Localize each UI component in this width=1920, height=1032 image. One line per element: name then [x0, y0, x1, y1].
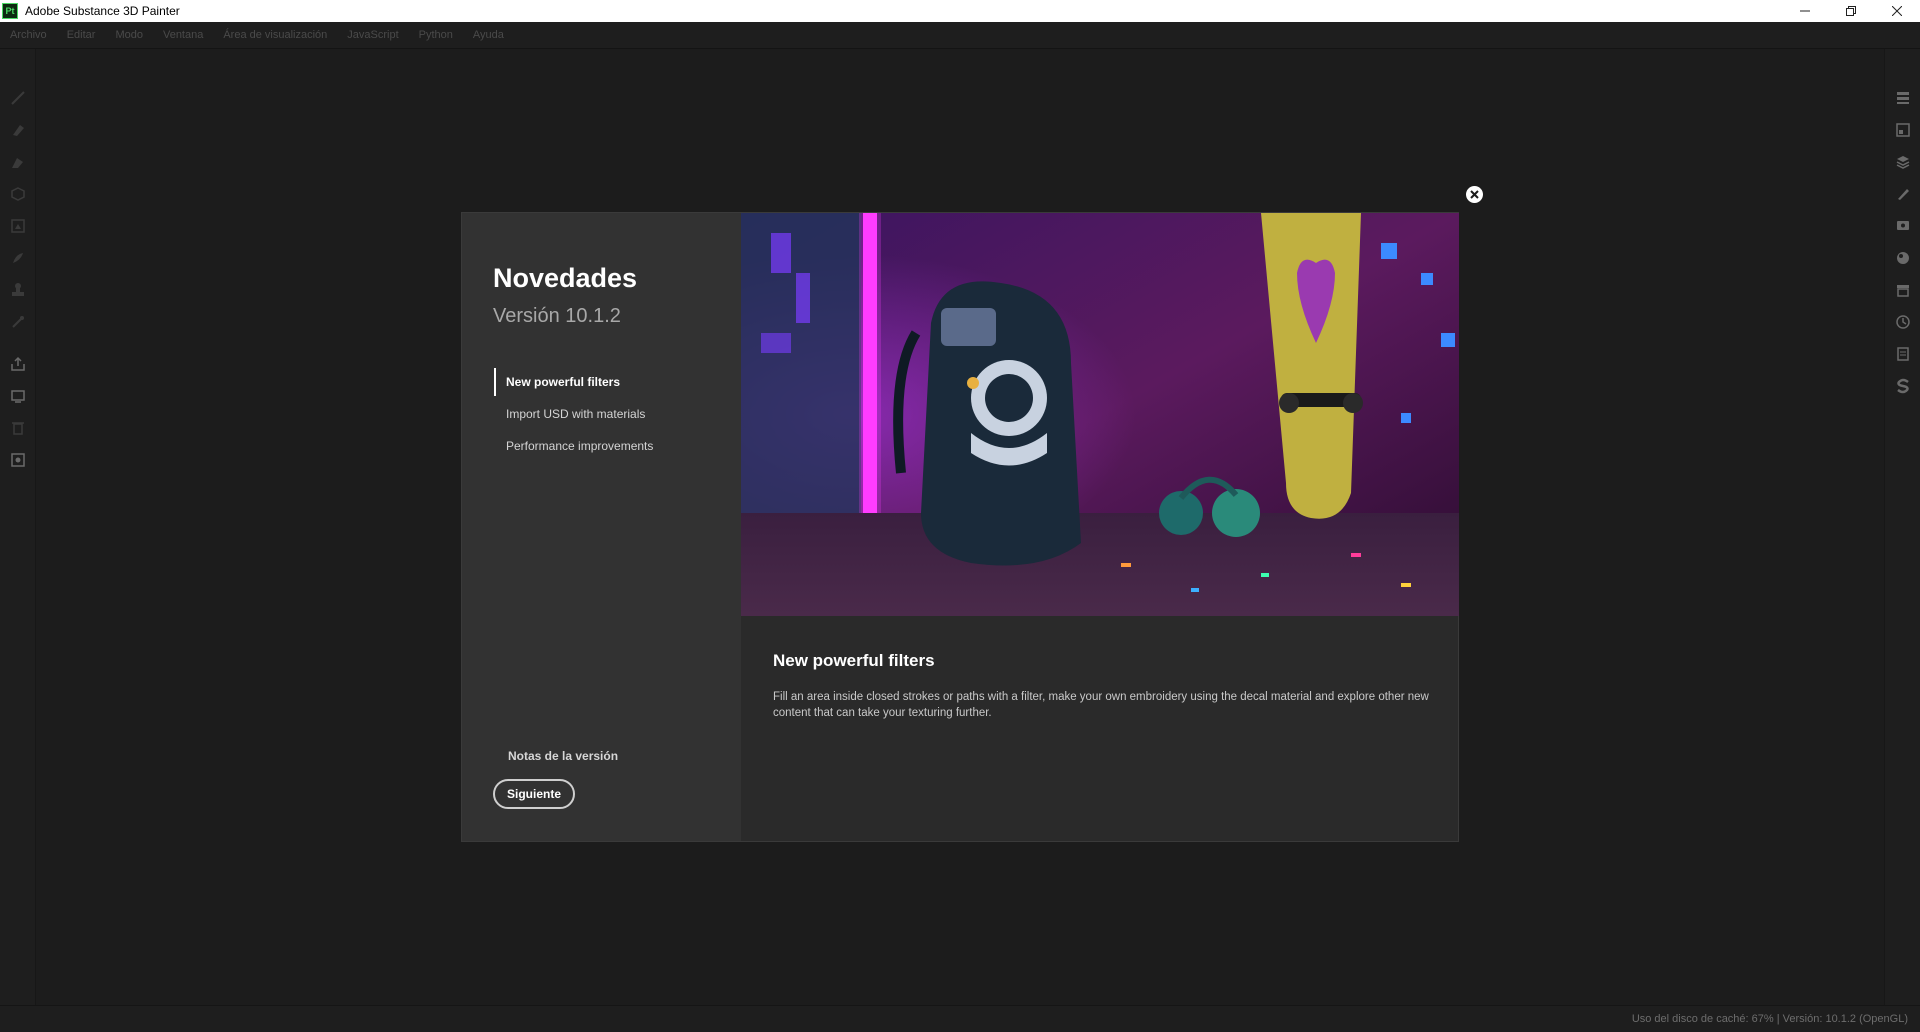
next-button[interactable]: Siguiente	[493, 779, 575, 809]
texture-set-list-icon[interactable]	[1894, 89, 1912, 107]
screenshot-icon[interactable]	[9, 451, 27, 469]
dialog-version: Versión 10.1.2	[493, 305, 621, 327]
menu-ayuda[interactable]: Ayuda	[473, 29, 504, 41]
feature-nav: New powerful filters Import USD with mat…	[494, 368, 724, 464]
dialog-title: Novedades	[493, 263, 638, 293]
status-text: Uso del disco de caché: 67% | Versión: 1…	[1631, 1013, 1908, 1025]
close-icon	[1892, 6, 1902, 16]
nav-item-new-powerful-filters[interactable]: New powerful filters	[494, 368, 724, 396]
close-window-button[interactable]	[1874, 0, 1920, 22]
dialog-sidebar: Novedades Versión 10.1.2 New powerful fi…	[462, 213, 741, 841]
texture-set-settings-icon[interactable]	[1894, 121, 1912, 139]
polygon-fill-icon[interactable]	[9, 217, 27, 235]
release-notes-link[interactable]: Notas de la versión	[508, 749, 618, 763]
color-picker-icon[interactable]	[9, 313, 27, 331]
properties-icon[interactable]	[1894, 185, 1912, 203]
shader-settings-icon[interactable]	[1894, 249, 1912, 267]
window-title: Adobe Substance 3D Painter	[25, 4, 180, 18]
left-toolbar	[0, 49, 36, 1006]
right-toolbar	[1884, 49, 1920, 1006]
menu-area-visualizacion[interactable]: Área de visualización	[223, 29, 327, 41]
whats-new-dialog: Novedades Versión 10.1.2 New powerful fi…	[461, 212, 1459, 842]
title-bar: Pt Adobe Substance 3D Painter	[0, 0, 1920, 22]
layers-icon[interactable]	[1894, 153, 1912, 171]
app-logo: Pt	[2, 3, 18, 19]
content-description: Fill an area inside closed strokes or pa…	[773, 691, 1429, 719]
history-icon[interactable]	[1894, 313, 1912, 331]
hero-illustration	[741, 213, 1459, 616]
export-icon[interactable]	[9, 355, 27, 373]
menu-ventana[interactable]: Ventana	[163, 29, 203, 41]
menu-bar: Archivo Editar Modo Ventana Área de visu…	[0, 22, 1920, 49]
minimize-button[interactable]	[1782, 0, 1828, 22]
close-icon	[1470, 190, 1479, 199]
display-settings-icon[interactable]	[1894, 217, 1912, 235]
restore-icon	[1846, 6, 1856, 16]
assets-icon[interactable]	[1894, 281, 1912, 299]
menu-javascript[interactable]: JavaScript	[347, 29, 398, 41]
status-bar: Uso del disco de caché: 67% | Versión: 1…	[0, 1005, 1920, 1032]
geometry-fill-icon[interactable]	[9, 185, 27, 203]
menu-editar[interactable]: Editar	[67, 29, 96, 41]
close-dialog-button[interactable]	[1466, 186, 1483, 203]
log-icon[interactable]	[1894, 345, 1912, 363]
menu-python[interactable]: Python	[419, 29, 453, 41]
nav-item-performance[interactable]: Performance improvements	[494, 432, 724, 460]
window-controls	[1782, 0, 1920, 22]
content-title: New powerful filters	[773, 651, 935, 670]
restore-button[interactable]	[1828, 0, 1874, 22]
projection-icon[interactable]	[9, 153, 27, 171]
eraser-icon[interactable]	[9, 121, 27, 139]
smudge-icon[interactable]	[9, 249, 27, 267]
bake-icon[interactable]	[9, 387, 27, 405]
clone-stamp-icon[interactable]	[9, 281, 27, 299]
delete-icon[interactable]	[9, 419, 27, 437]
substance-icon[interactable]	[1894, 377, 1912, 395]
minimize-icon	[1800, 10, 1810, 12]
paint-brush-icon[interactable]	[9, 89, 27, 107]
menu-modo[interactable]: Modo	[115, 29, 143, 41]
hero-image	[741, 213, 1459, 616]
nav-item-import-usd[interactable]: Import USD with materials	[494, 400, 724, 428]
menu-archivo[interactable]: Archivo	[10, 29, 47, 41]
